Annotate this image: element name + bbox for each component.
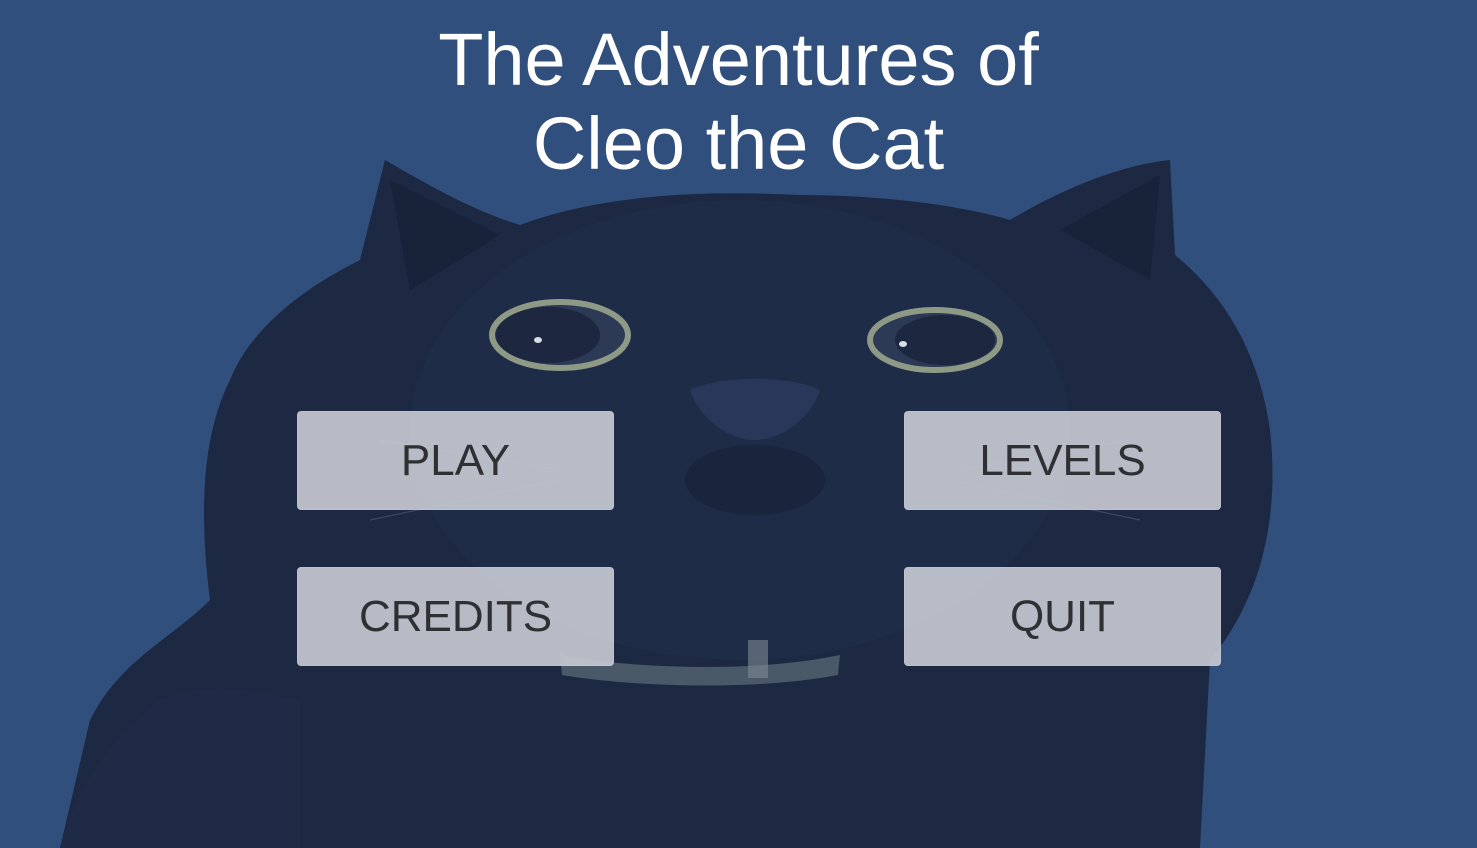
play-button[interactable]: PLAY — [297, 411, 614, 510]
main-menu-screen: The Adventures of Cleo the Cat PLAY LEVE… — [0, 0, 1477, 848]
quit-button[interactable]: QUIT — [904, 567, 1221, 666]
game-title-line1: The Adventures of — [438, 18, 1039, 101]
levels-button[interactable]: LEVELS — [904, 411, 1221, 510]
credits-button[interactable]: CREDITS — [297, 567, 614, 666]
game-title: The Adventures of Cleo the Cat — [0, 18, 1477, 186]
cat-eye-right — [867, 307, 1003, 373]
cat-collar-tag — [748, 640, 768, 678]
cat-mouth — [685, 445, 825, 515]
game-title-line2: Cleo the Cat — [532, 102, 945, 185]
cat-eye-left — [489, 299, 631, 371]
